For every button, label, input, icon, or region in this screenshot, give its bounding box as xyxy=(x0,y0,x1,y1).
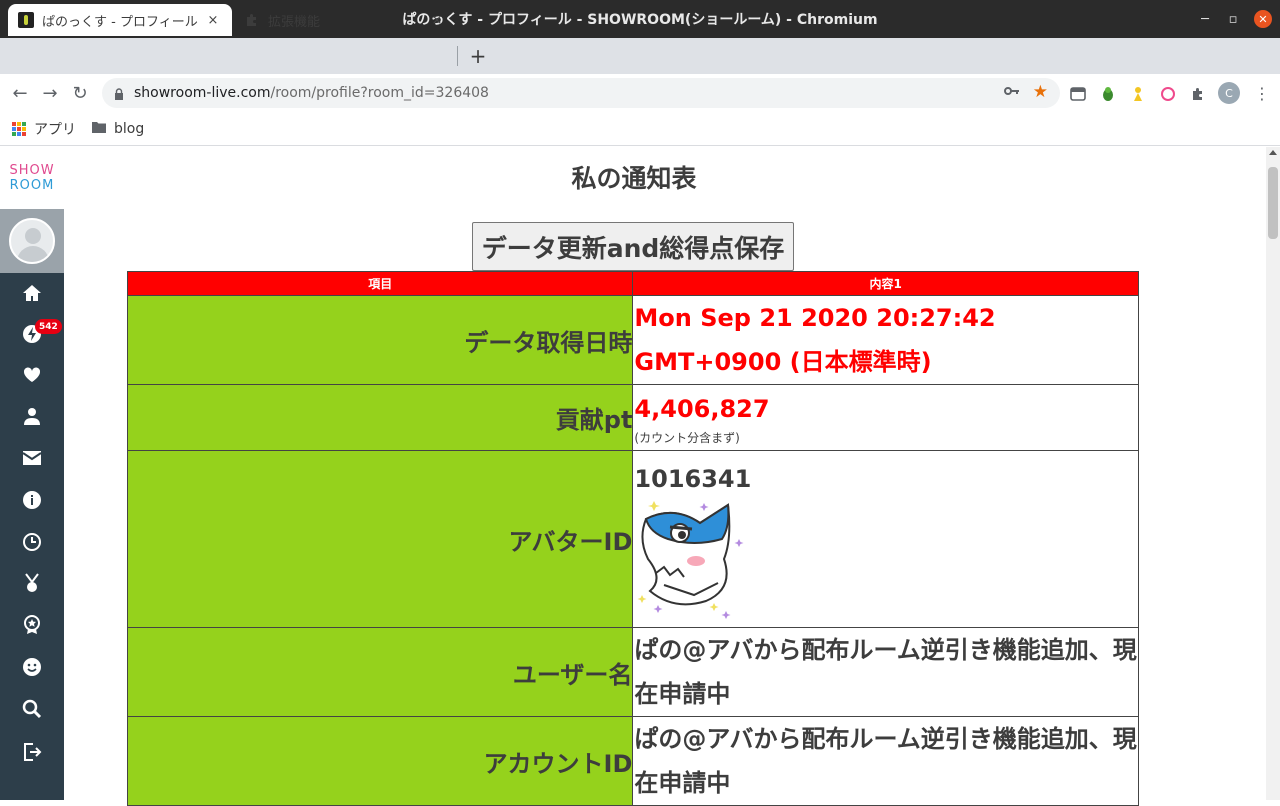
tab-extensions[interactable]: 拡張機能 × xyxy=(234,4,456,36)
address-bar[interactable]: showroom-live.com/room/profile?room_id=3… xyxy=(102,78,1060,108)
tab-label: ぱのっくす - プロフィール xyxy=(42,14,198,30)
logout-icon[interactable] xyxy=(20,740,44,764)
points-note: (カウント分含まず) xyxy=(634,430,740,445)
row-key-points: 貢献pt xyxy=(126,384,634,451)
apps-grid-icon xyxy=(12,121,26,136)
table-row: アカウントID ぱの@アバから配布ルーム逆引き機能追加、現在申請中 xyxy=(126,716,1139,806)
reload-button[interactable]: ↻ xyxy=(68,81,92,105)
reload-icon: ↻ xyxy=(72,82,88,104)
column-header-content: 内容1 xyxy=(632,271,1139,296)
row-key-account-id: アカウントID xyxy=(126,716,634,806)
row-value-fetch-time: Mon Sep 21 2020 20:27:42 GMT+0900 (日本標準時… xyxy=(632,295,1139,385)
table-header-row: 項目 内容1 xyxy=(126,271,1139,296)
column-header-item: 項目 xyxy=(126,271,634,296)
bookmark-apps[interactable]: アプリ xyxy=(12,119,76,139)
medal-icon[interactable] xyxy=(20,571,44,595)
folder-icon xyxy=(92,121,106,137)
notification-badge: 542 xyxy=(35,319,62,334)
mail-icon[interactable] xyxy=(20,446,44,470)
ring-extension-icon[interactable] xyxy=(1158,84,1178,104)
table-row: ユーザー名 ぱの@アバから配布ルーム逆引き機能追加、現在申請中 xyxy=(126,627,1139,717)
tab-separator xyxy=(457,46,458,66)
ribbon-icon[interactable] xyxy=(20,613,44,637)
showroom-sidebar: SHOW ROOM 542 xyxy=(0,147,64,800)
new-tab-button[interactable]: + xyxy=(466,44,490,68)
extensions-puzzle-icon[interactable] xyxy=(1188,84,1208,104)
clock-icon[interactable] xyxy=(20,530,44,554)
showroom-logo[interactable]: SHOW ROOM xyxy=(0,147,64,209)
table-row: 貢献pt 4,406,827 (カウント分含まず) xyxy=(126,384,1139,451)
row-key-user-name: ユーザー名 xyxy=(126,627,634,717)
row-key-fetch-time: データ取得日時 xyxy=(126,295,634,385)
url-path: /room/profile?room_id=326408 xyxy=(270,85,489,101)
arrow-left-icon: ← xyxy=(12,82,28,104)
shark-avatar-image xyxy=(637,501,744,619)
arrow-right-icon: → xyxy=(42,82,58,104)
tab-profile[interactable]: ぱのっくす - プロフィール × xyxy=(8,4,232,36)
bookmark-label: blog xyxy=(114,120,145,137)
row-key-avatar-id: アバターID xyxy=(126,450,634,628)
tab-close-icon[interactable]: × xyxy=(204,13,222,28)
lock-icon xyxy=(114,88,124,100)
tab-label: 拡張機能 xyxy=(268,14,321,30)
person-icon[interactable] xyxy=(20,404,44,428)
points-value: 4,406,827 xyxy=(634,394,770,423)
close-icon: ✕ xyxy=(1254,10,1272,28)
minimize-icon: ─ xyxy=(1201,11,1209,27)
row-value-account-id: ぱの@アバから配布ルーム逆引き機能追加、現在申請中 xyxy=(632,716,1139,806)
browser-toolbar: ← → ↻ showroom-live.com/room/profile?roo… xyxy=(0,74,1280,112)
url-host: showroom-live.com xyxy=(134,85,271,101)
table-row: アバターID 1016341 xyxy=(126,450,1139,628)
bookmark-label: アプリ xyxy=(34,121,76,138)
back-button[interactable]: ← xyxy=(8,81,32,105)
maximize-button[interactable]: ▫ xyxy=(1218,0,1248,38)
tab-manager-extension-icon[interactable] xyxy=(1068,84,1088,104)
logo-text-bottom: ROOM xyxy=(9,178,55,193)
figure-extension-icon[interactable] xyxy=(1128,84,1148,104)
logo-text-top: SHOW xyxy=(9,163,55,178)
scroll-up-arrow-icon[interactable] xyxy=(1269,150,1277,155)
minimize-button[interactable]: ─ xyxy=(1190,0,1220,38)
bug-extension-icon[interactable] xyxy=(1098,84,1118,104)
avatar xyxy=(9,218,55,264)
scrollbar-thumb[interactable] xyxy=(1268,167,1278,239)
logo-line-1: SHOW xyxy=(9,163,54,178)
close-window-button[interactable]: ✕ xyxy=(1248,0,1278,38)
bookmark-star-icon[interactable]: ★ xyxy=(1033,82,1048,102)
home-icon[interactable] xyxy=(20,281,44,305)
window-title: ぱのっくす - プロフィール - SHOWROOM(ショールーム) - Chro… xyxy=(402,12,878,28)
row-value-user-name: ぱの@アバから配布ルーム逆引き機能追加、現在申請中 xyxy=(632,627,1139,717)
row-value-avatar-id: 1016341 xyxy=(632,450,1139,628)
maximize-icon: ▫ xyxy=(1228,11,1238,27)
profile-table: 項目 内容1 データ取得日時 Mon Sep 21 2020 20:27:42 … xyxy=(126,271,1139,806)
smile-icon[interactable] xyxy=(20,655,44,679)
main-content: 私の通知表 データ更新and総得点保存 項目 内容1 データ取得日時 Mon S… xyxy=(64,147,1266,806)
showroom-favicon-icon xyxy=(18,12,34,28)
sidebar-user-avatar[interactable] xyxy=(0,209,64,273)
tab-close-icon[interactable]: × xyxy=(428,13,446,28)
search-icon[interactable] xyxy=(20,697,44,721)
heart-icon[interactable] xyxy=(20,363,44,387)
row-value-points: 4,406,827 (カウント分含まず) xyxy=(632,384,1139,451)
save-data-button[interactable]: データ更新and総得点保存 xyxy=(472,222,794,271)
logo-line-2: ROOM xyxy=(10,178,55,193)
page-scrollbar[interactable] xyxy=(1266,147,1280,800)
key-icon[interactable] xyxy=(1004,84,1020,100)
bookmark-blog[interactable]: blog xyxy=(92,121,144,137)
bookmarks-bar: アプリ blog xyxy=(0,112,1280,146)
table-row: データ取得日時 Mon Sep 21 2020 20:27:42 GMT+090… xyxy=(126,295,1139,385)
info-icon[interactable] xyxy=(20,488,44,512)
page-title: 私の通知表 xyxy=(571,164,697,193)
profile-avatar-button[interactable]: C xyxy=(1218,82,1240,104)
tab-strip xyxy=(0,38,1280,74)
forward-button[interactable]: → xyxy=(38,81,62,105)
avatar-id-value: 1016341 xyxy=(634,465,752,493)
browser-menu-icon[interactable]: ⋮ xyxy=(1252,82,1272,104)
puzzle-icon xyxy=(244,12,260,28)
